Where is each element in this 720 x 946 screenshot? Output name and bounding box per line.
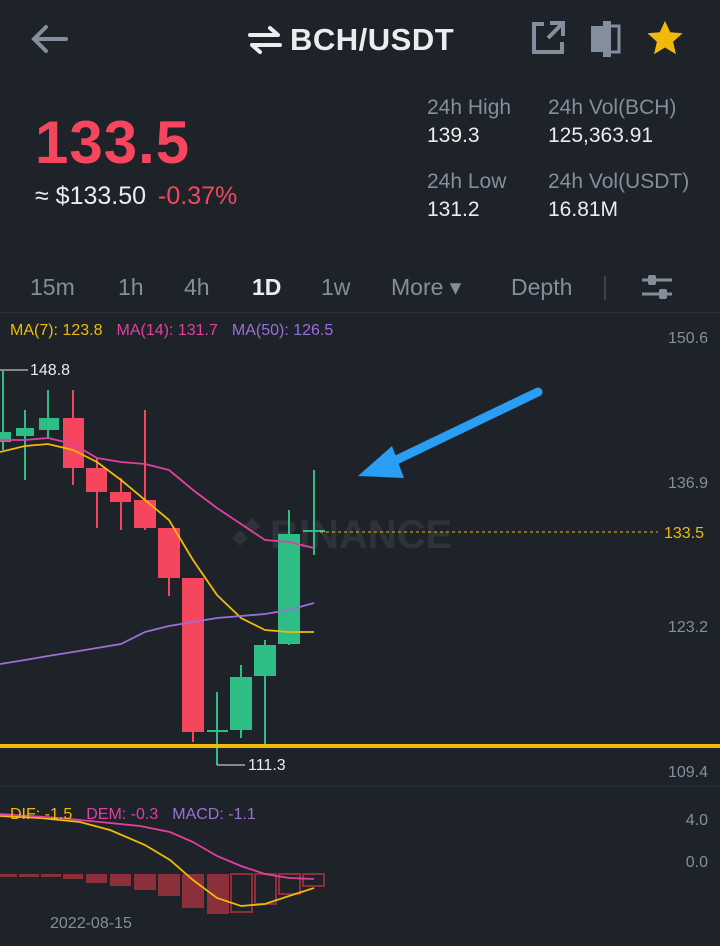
arrow-left-icon[interactable] (28, 22, 68, 56)
tab-depth[interactable]: Depth (511, 274, 572, 301)
stat-value: 131.2 (427, 198, 480, 221)
macd-y-label: 4.0 (685, 812, 708, 829)
swap-icon (248, 26, 282, 54)
y-axis-label: 150.6 (667, 330, 708, 347)
ma7-label: MA(7): 123.8 (10, 322, 103, 339)
stat-value: 125,363.91 (548, 124, 654, 147)
ma-legend: MA(7): 123.8 MA(14): 131.7 MA(50): 126.5 (10, 322, 333, 340)
stat-label: 24h High (427, 96, 512, 119)
stat-value: 139.3 (427, 124, 480, 147)
dif-label: DIF: -1.5 (10, 806, 73, 823)
stats-high: 24h High 139.3 (427, 95, 511, 151)
price-summary: 133.5 ≈ $133.50 -0.37% (35, 108, 237, 211)
macd-legend: DIF: -1.5 DEM: -0.3 MACD: -1.1 (10, 806, 256, 824)
sliders-icon[interactable] (640, 272, 674, 304)
stat-label: 24h Low (427, 170, 507, 193)
ma14-label: MA(14): 131.7 (116, 322, 218, 339)
layout-icon[interactable] (587, 18, 627, 58)
pair-selector[interactable]: BCH/USDT (248, 18, 454, 62)
tab-1h[interactable]: 1h (118, 274, 144, 301)
y-axis-label: 136.9 (667, 475, 708, 492)
usd-price: ≈ $133.50 (35, 182, 147, 210)
ma50-label: MA(50): 126.5 (231, 322, 334, 339)
stat-label: 24h Vol(USDT) (548, 170, 690, 193)
stats-low: 24h Low 131.2 (427, 169, 506, 225)
price-change: -0.37% (158, 182, 238, 210)
macd-label: MACD: -1.1 (172, 806, 256, 823)
tab-more[interactable]: More ▾ (391, 274, 461, 301)
dem-label: DEM: -0.3 (86, 806, 159, 823)
star-icon[interactable] (645, 18, 685, 58)
tab-1d[interactable]: 1D (252, 274, 281, 301)
interval-tabs: 15m 1h 4h 1D 1w More ▾ Depth (0, 268, 720, 308)
y-axis-label: 109.4 (667, 764, 708, 781)
tab-4h[interactable]: 4h (184, 274, 210, 301)
tab-1w[interactable]: 1w (321, 274, 350, 301)
app-header: BCH/USDT (0, 0, 720, 80)
share-icon[interactable] (528, 18, 568, 58)
date-label: 2022-08-15 (50, 915, 132, 932)
stat-value: 16.81M (548, 198, 619, 221)
last-price: 133.5 (35, 109, 191, 176)
macd-y-label: 0.0 (685, 854, 708, 871)
pair-title: BCH/USDT (290, 22, 455, 57)
y-axis-label: 123.2 (667, 619, 708, 636)
tab-divider (604, 276, 606, 300)
stats-vol-base: 24h Vol(BCH) 125,363.91 (548, 95, 676, 151)
stat-label: 24h Vol(BCH) (548, 96, 677, 119)
chart-area[interactable] (0, 312, 720, 946)
tab-15m[interactable]: 15m (30, 274, 75, 301)
stats-vol-quote: 24h Vol(USDT) 16.81M (548, 169, 689, 225)
